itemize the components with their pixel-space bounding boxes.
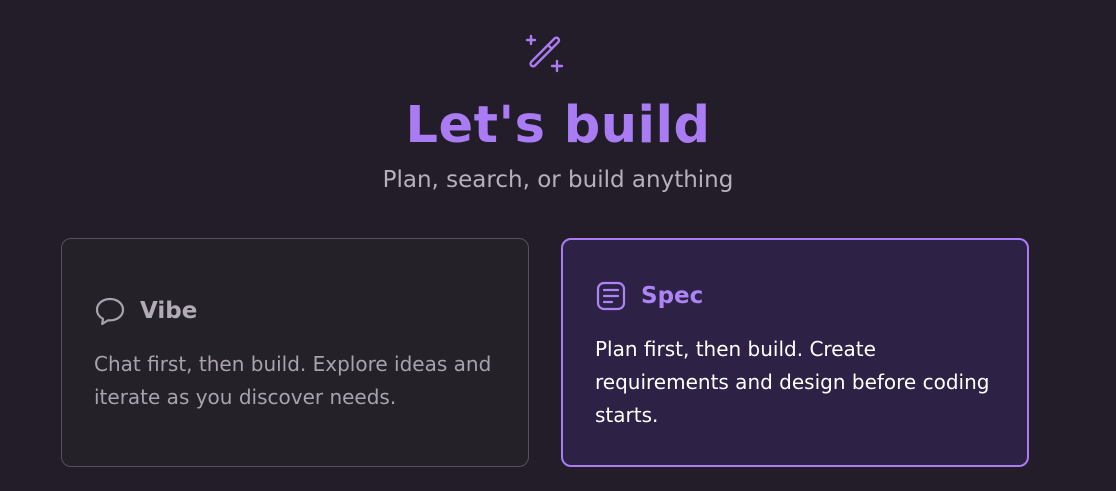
page-subtitle: Plan, search, or build anything — [382, 167, 734, 193]
magic-wand-sparkle-icon — [522, 34, 566, 76]
mode-card-vibe[interactable]: Vibe Chat first, then build. Explore ide… — [61, 238, 529, 467]
mode-card-title: Vibe — [140, 298, 198, 324]
page-title: Let's build — [405, 96, 711, 155]
mode-card-description: Plan first, then build. Create requireme… — [595, 337, 990, 427]
mode-card-title: Spec — [641, 283, 704, 309]
chat-bubble-icon — [94, 295, 126, 327]
mode-card-spec[interactable]: Spec Plan first, then build. Create requ… — [561, 238, 1029, 467]
mode-card-description: Chat first, then build. Explore ideas an… — [94, 352, 492, 409]
mode-card-header: Spec — [595, 280, 703, 312]
mode-card-header: Vibe — [94, 295, 197, 327]
document-lines-icon — [595, 280, 627, 312]
